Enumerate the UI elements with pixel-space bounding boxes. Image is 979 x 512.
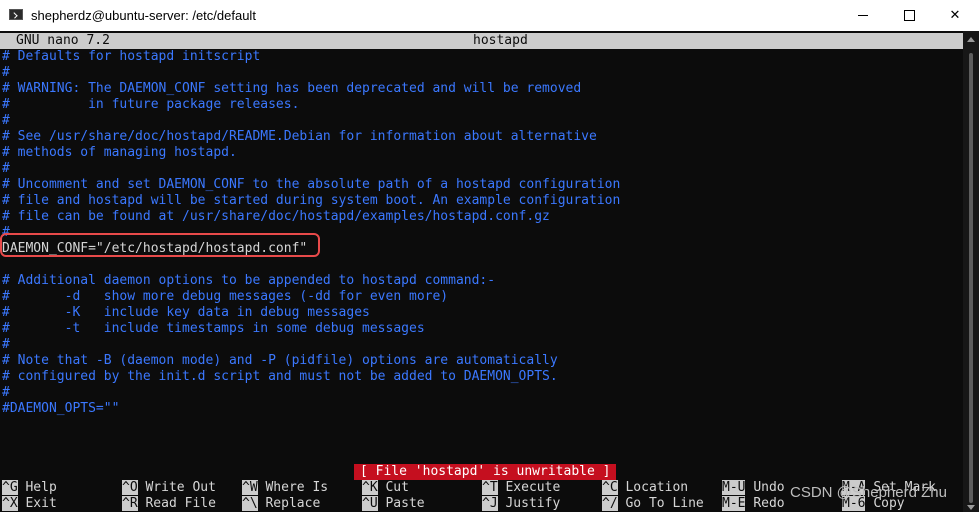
shortcut-label: Cut xyxy=(385,480,409,495)
close-icon: ✕ xyxy=(949,8,961,23)
shortcut-label: Go To Line xyxy=(625,496,704,511)
shortcut-key: ^/ xyxy=(602,496,618,511)
shortcut-label: Help xyxy=(25,480,57,495)
shortcut-label: Execute xyxy=(505,480,561,495)
shortcut-key: ^T xyxy=(482,480,498,495)
file-line: # configured by the init.d script and mu… xyxy=(2,369,558,384)
shortcut-item: ^G Help xyxy=(2,480,57,496)
minimize-button[interactable] xyxy=(840,0,886,31)
file-line: # Note that -B (daemon mode) and -P (pid… xyxy=(2,353,558,368)
shortcut-label: Where Is xyxy=(265,480,329,495)
status-message: [ File 'hostapd' is unwritable ] xyxy=(354,464,617,480)
nano-filename: hostapd xyxy=(473,33,528,48)
file-line: # -K include key data in debug messages xyxy=(2,305,370,320)
nano-version: GNU nano 7.2 xyxy=(16,33,110,48)
nano-editor[interactable]: GNU nano 7.2 hostapd # Defaults for host… xyxy=(0,31,963,512)
file-line: # -t include timestamps in some debug me… xyxy=(2,321,425,336)
shortcut-key: ^J xyxy=(482,496,498,511)
terminal-window: shepherdz@ubuntu-server: /etc/default ✕ … xyxy=(0,0,979,512)
minimize-icon xyxy=(858,15,868,16)
shortcut-item: ^U Paste xyxy=(362,496,425,512)
shortcut-key: ^R xyxy=(122,496,138,511)
shortcut-item: ^\ Replace xyxy=(242,496,320,512)
file-line: # Additional daemon options to be append… xyxy=(2,273,496,288)
shortcut-item: ^/ Go To Line xyxy=(602,496,704,512)
maximize-icon xyxy=(904,10,915,21)
nano-header-bar: GNU nano 7.2 hostapd xyxy=(0,33,963,49)
shortcut-key: ^C xyxy=(602,480,618,495)
shortcut-label: Justify xyxy=(505,496,561,511)
shortcut-label: Location xyxy=(625,480,689,495)
shortcut-key: ^K xyxy=(362,480,378,495)
shortcut-key: ^U xyxy=(362,496,378,511)
shortcut-key: ^O xyxy=(122,480,138,495)
shortcut-label: Undo xyxy=(753,480,785,495)
file-line: # WARNING: The DAEMON_CONF setting has b… xyxy=(2,81,582,96)
shortcut-item: ^C Location xyxy=(602,480,688,496)
shortcut-label: Redo xyxy=(753,496,785,511)
watermark: CSDN @Shepherd Zhu xyxy=(790,484,947,501)
shortcut-key: ^G xyxy=(2,480,18,495)
file-line: # See /usr/share/doc/hostapd/README.Debi… xyxy=(2,129,597,144)
shortcut-item: ^J Justify xyxy=(482,496,560,512)
file-line: # Defaults for hostapd initscript xyxy=(2,49,261,64)
shortcut-item: M-U Undo xyxy=(722,480,785,496)
file-line: # -d show more debug messages (-dd for e… xyxy=(2,289,449,304)
file-line: # xyxy=(2,113,10,128)
file-line: # methods of managing hostapd. xyxy=(2,145,237,160)
shortcut-label: Read File xyxy=(145,496,216,511)
scrollbar[interactable] xyxy=(963,31,979,512)
file-line: # xyxy=(2,65,10,80)
shortcut-label: Write Out xyxy=(145,480,216,495)
file-line: # Uncomment and set DAEMON_CONF to the a… xyxy=(2,177,621,192)
file-line: # file can be found at /usr/share/doc/ho… xyxy=(2,209,550,224)
file-line: # xyxy=(2,385,10,400)
terminal-app-icon xyxy=(9,9,23,20)
file-line: # in future package releases. xyxy=(2,97,300,112)
shortcut-key: M-E xyxy=(722,496,746,511)
shortcut-key: ^\ xyxy=(242,496,258,511)
daemon-conf-highlight xyxy=(0,233,320,257)
file-line: #DAEMON_OPTS="" xyxy=(2,401,120,416)
shortcut-item: ^W Where Is xyxy=(242,480,328,496)
shortcut-item: ^K Cut xyxy=(362,480,409,496)
shortcut-label: Replace xyxy=(265,496,321,511)
scroll-thumb[interactable] xyxy=(969,53,973,503)
shortcut-item: ^T Execute xyxy=(482,480,560,496)
window-title: shepherdz@ubuntu-server: /etc/default xyxy=(31,8,256,23)
shortcut-key: ^W xyxy=(242,480,258,495)
scroll-down-icon[interactable] xyxy=(967,505,975,510)
close-button[interactable]: ✕ xyxy=(932,0,978,31)
maximize-button[interactable] xyxy=(886,0,932,31)
shortcut-key: ^X xyxy=(2,496,18,511)
scroll-up-icon[interactable] xyxy=(967,37,975,42)
shortcut-label: Exit xyxy=(25,496,57,511)
shortcut-item: ^O Write Out xyxy=(122,480,216,496)
shortcut-item: ^R Read File xyxy=(122,496,216,512)
shortcut-item: ^X Exit xyxy=(2,496,57,512)
file-line: # file and hostapd will be started durin… xyxy=(2,193,621,208)
shortcut-item: M-E Redo xyxy=(722,496,785,512)
shortcut-label: Paste xyxy=(385,496,425,511)
file-line: # xyxy=(2,161,10,176)
shortcut-key: M-U xyxy=(722,480,746,495)
file-line: # xyxy=(2,337,10,352)
title-bar[interactable]: shepherdz@ubuntu-server: /etc/default ✕ xyxy=(0,0,979,31)
